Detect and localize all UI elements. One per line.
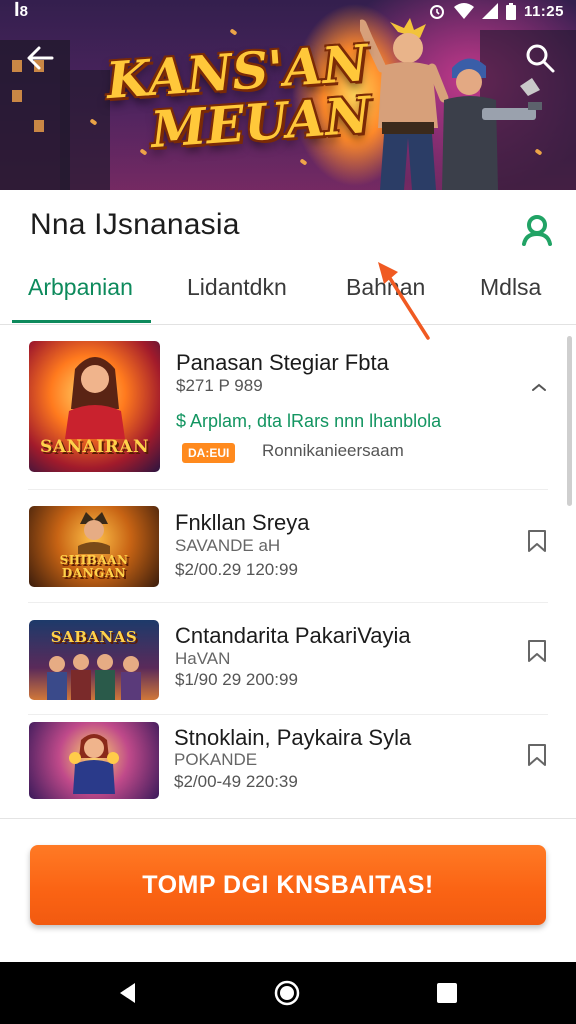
item-badge: DA:EUI [182, 443, 236, 463]
item-badge-text: Ronnikanieersaam [262, 441, 404, 460]
thumbnail-label: SANAIRAN [39, 437, 149, 457]
bookmark-icon[interactable] [524, 742, 550, 768]
list-item[interactable]: Stnoklain, Paykaira Syla POKANDE $2/00-4… [0, 715, 576, 815]
list-item[interactable]: SANAIRAN Panasan Stegiar Fbta $271 P 989… [0, 330, 576, 490]
hero-spark [299, 158, 308, 166]
divider [0, 818, 576, 819]
item-title: Panasan Stegiar Fbta [176, 350, 389, 375]
item-subtitle: SAVANDE aH [175, 536, 281, 555]
system-nav-bar [0, 962, 576, 1024]
list-item[interactable]: SHIBAAN DANGAN Fnkllan Sreya SAVANDE aH … [0, 490, 576, 603]
bookmark-icon[interactable] [524, 638, 550, 664]
thumbnail-character [65, 357, 125, 439]
tab-arbpanian[interactable]: Arbpanian [28, 274, 133, 301]
signal-icon [481, 3, 498, 19]
thumbnail-label: SABANAS [50, 628, 138, 646]
back-arrow-icon[interactable] [22, 40, 58, 76]
item-title: Stnoklain, Paykaira Syla [174, 725, 412, 750]
hero-banner: KANS'AN MEUAN [0, 0, 576, 190]
status-time: 11:25 [523, 2, 564, 20]
game-thumbnail [29, 722, 159, 799]
nav-home-icon[interactable] [274, 980, 300, 1006]
thumbnail-label: SHIBAAN DANGAN [59, 553, 129, 580]
list-item[interactable]: SABANAS Cntandarita PakariVayia HaVAN $1… [0, 603, 576, 715]
bookmark-icon[interactable] [524, 528, 550, 554]
nav-back-icon[interactable] [115, 980, 141, 1006]
game-thumbnail: SABANAS [29, 620, 159, 700]
hero-window [12, 90, 22, 102]
wifi-icon [453, 3, 474, 19]
profile-icon[interactable] [520, 212, 554, 246]
item-title: Cntandarita PakariVayia [175, 623, 411, 648]
alarm-icon [429, 5, 444, 19]
search-icon[interactable] [522, 40, 558, 76]
game-thumbnail: SANAIRAN [29, 341, 160, 472]
thumbnail-characters [47, 654, 141, 700]
item-subtitle: POKANDE [174, 750, 258, 769]
hero-spark [229, 28, 238, 36]
page-title: Nna IJsnanasia [30, 208, 240, 241]
thumbnail-character [78, 512, 110, 554]
hero-title: KANS'AN MEUAN [101, 33, 378, 160]
battery-icon [505, 2, 516, 20]
hero-window [12, 60, 22, 72]
item-price: $271 P 989 [176, 376, 263, 395]
tab-mdlsa[interactable]: Mdlsa [480, 274, 541, 301]
tab-bar: Arbpanian Lidantdkn Bahnan Mdlsa [0, 262, 576, 325]
nav-recents-icon[interactable] [434, 980, 460, 1006]
thumbnail-character [69, 734, 119, 794]
game-thumbnail: SHIBAAN DANGAN [29, 506, 159, 587]
cta-button[interactable]: TOMP DGI KNSBAITAS! [30, 845, 546, 925]
chevron-icon[interactable] [530, 382, 548, 394]
item-price: $1/90 29 200:99 [175, 670, 298, 689]
item-highlight: $ Arplam, dta lRars nnn lhanblola [176, 411, 442, 431]
tab-active-indicator [12, 320, 151, 323]
item-price: $2/00-49 220:39 [174, 772, 298, 791]
item-subtitle: HaVAN [175, 649, 231, 668]
hero-window [34, 120, 44, 132]
tab-lidantdkn[interactable]: Lidantdkn [187, 274, 287, 301]
item-price: $2/00.29 120:99 [175, 560, 298, 579]
item-title: Fnkllan Sreya [175, 510, 310, 535]
status-left-text: ꟾ8 [14, 3, 28, 20]
status-bar: ꟾ8 11:25 [0, 0, 576, 22]
